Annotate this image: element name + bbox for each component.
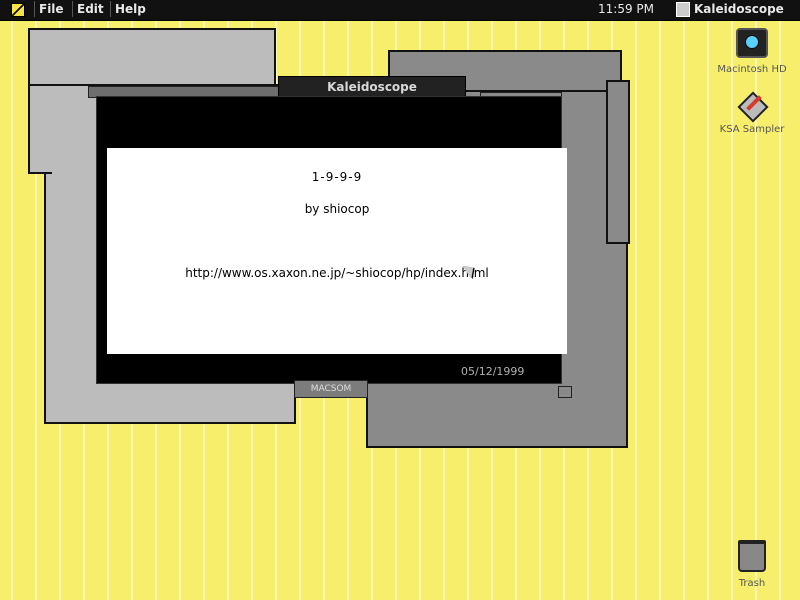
- about-window: Kaleidoscope 1-9-9-9 by shiocop http://w…: [88, 76, 572, 398]
- apple-menu[interactable]: [4, 1, 32, 17]
- decorative-panel-right-edge: [606, 80, 630, 244]
- application-switcher[interactable]: Kaleidoscope: [672, 1, 788, 17]
- about-content: 1-9-9-9 by shiocop http://www.os.xaxon.n…: [107, 148, 567, 354]
- menu-clock[interactable]: 11:59 PM: [592, 1, 660, 17]
- decorative-panel-left-top: [28, 28, 276, 90]
- menu-file[interactable]: File: [34, 1, 68, 17]
- menu-bar: File Edit Help 11:59 PM Kaleidoscope: [0, 0, 800, 21]
- homepage-url[interactable]: http://www.os.xaxon.ne.jp/~shiocop/hp/in…: [107, 266, 567, 280]
- menu-help[interactable]: Help: [110, 1, 150, 17]
- window-frame: 1-9-9-9 by shiocop http://www.os.xaxon.n…: [96, 96, 567, 384]
- window-title[interactable]: Kaleidoscope: [278, 76, 466, 97]
- application-name: Kaleidoscope: [694, 2, 784, 16]
- ksa-sampler-icon: [738, 92, 766, 118]
- desktop-icon-macintosh-hd[interactable]: Macintosh HD: [712, 28, 792, 75]
- desktop-icon-label: Macintosh HD: [717, 64, 787, 75]
- bottom-tab-label: MACSOM: [294, 380, 368, 398]
- release-date: 05/12/1999: [461, 365, 525, 378]
- desktop-icon-label: KSA Sampler: [719, 124, 785, 135]
- author-text: by shiocop: [304, 202, 370, 216]
- desktop-icon-label: Trash: [738, 578, 766, 589]
- hard-drive-icon: [736, 28, 768, 58]
- trash-icon: [738, 540, 766, 572]
- desktop-icon-trash[interactable]: Trash: [712, 540, 792, 589]
- window-resize-corner[interactable]: [558, 386, 572, 398]
- menu-edit[interactable]: Edit: [72, 1, 108, 17]
- application-icon: [676, 2, 690, 17]
- apple-menu-icon: [11, 3, 25, 17]
- decorative-panel-left-edge: [28, 84, 52, 174]
- version-text: 1-9-9-9: [311, 170, 363, 184]
- desktop-icon-ksa-sampler[interactable]: KSA Sampler: [712, 92, 792, 135]
